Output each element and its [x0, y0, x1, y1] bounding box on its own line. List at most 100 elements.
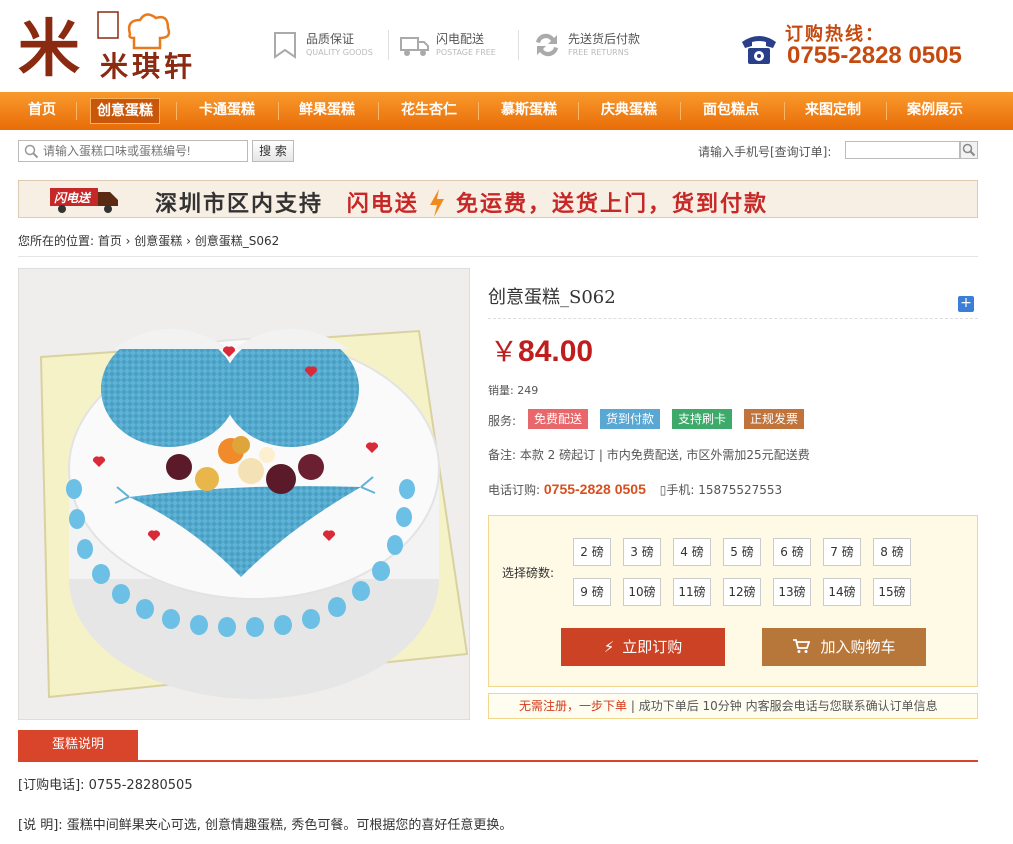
- feature-sub: QUALITY GOODS: [306, 48, 373, 57]
- nav-label: 鲜果蛋糕: [299, 102, 355, 118]
- main-nav: 首页 创意蛋糕 卡通蛋糕 鲜果蛋糕 花生杏仁 慕斯蛋糕 庆典蛋糕 面包糕点 来图…: [0, 92, 1013, 130]
- nav-home[interactable]: 首页: [12, 92, 72, 130]
- bookmark-icon: [274, 32, 296, 59]
- expand-icon[interactable]: +: [958, 296, 974, 312]
- add-cart-label: 加入购物车: [820, 638, 896, 656]
- tab-cake-description[interactable]: 蛋糕说明: [18, 730, 138, 760]
- mobile-label: 手机:: [666, 483, 695, 497]
- nav-label: 来图定制: [805, 102, 861, 118]
- nav-bread-pastry[interactable]: 面包糕点: [690, 92, 772, 130]
- search-button[interactable]: 搜 索: [252, 140, 294, 162]
- nav-custom-order[interactable]: 来图定制: [792, 92, 874, 130]
- feature-payment: 先送货后付款 FREE RETURNS: [532, 28, 662, 64]
- search-input[interactable]: [43, 143, 243, 159]
- banner-text: 深圳市区内支持 闪电送 免运费，送货上门，货到付款: [155, 186, 768, 218]
- divider: [488, 318, 978, 319]
- order-query-label: 请输入手机号[查询订单]:: [698, 145, 832, 159]
- svg-text:米: 米: [18, 12, 80, 85]
- nav-cases[interactable]: 案例展示: [894, 92, 976, 130]
- weight-option[interactable]: 12磅: [723, 578, 761, 606]
- weight-option[interactable]: 14磅: [823, 578, 861, 606]
- product-price: ￥84.00: [490, 330, 593, 370]
- divider: [518, 30, 519, 60]
- cake-illustration: [19, 269, 469, 719]
- desc-phone: [订购电话]: 0755-28280505: [18, 778, 193, 793]
- weight-option[interactable]: 5 磅: [723, 538, 761, 566]
- nav-divider: [784, 102, 785, 120]
- cart-icon: [793, 639, 811, 653]
- nav-fruit-cake[interactable]: 鲜果蛋糕: [286, 92, 368, 130]
- nav-divider: [378, 102, 379, 120]
- nav-label: 面包糕点: [703, 102, 759, 118]
- weight-option[interactable]: 13磅: [773, 578, 811, 606]
- exchange-icon: [536, 33, 558, 57]
- nav-label: 案例展示: [907, 102, 963, 118]
- search-icon: [962, 143, 976, 157]
- tag-free-delivery: 免费配送: [528, 409, 589, 429]
- buy-now-label: 立即订购: [622, 638, 683, 656]
- delivery-truck-badge: 闪电送: [42, 184, 122, 214]
- weight-option[interactable]: 4 磅: [673, 538, 711, 566]
- feature-quality: 品质保证 QUALITY GOODS: [270, 28, 380, 64]
- price-value: 84.00: [518, 335, 594, 368]
- nav-divider: [176, 102, 177, 120]
- product-image[interactable]: [18, 268, 470, 720]
- buy-now-button[interactable]: ⚡ 立即订购: [561, 628, 725, 666]
- nav-label: 慕斯蛋糕: [501, 102, 557, 118]
- search-icon: [24, 144, 39, 159]
- weight-option[interactable]: 3 磅: [623, 538, 661, 566]
- phone-query-input[interactable]: [845, 141, 960, 159]
- order-note: 备注: 本款 2 磅起订 | 市内免费配送, 市区外需加25元配送费: [488, 448, 810, 462]
- weight-option[interactable]: 6 磅: [773, 538, 811, 566]
- nav-label: 庆典蛋糕: [601, 102, 657, 118]
- nav-cartoon-cake[interactable]: 卡通蛋糕: [186, 92, 268, 130]
- weight-option[interactable]: 10磅: [623, 578, 661, 606]
- divider: [18, 760, 978, 762]
- tip-highlight: 无需注册，一步下单: [519, 699, 628, 713]
- product-title: 创意蛋糕_S062: [488, 287, 616, 308]
- truck-icon: 闪电送: [50, 188, 118, 213]
- order-query-button[interactable]: [960, 141, 978, 159]
- weight-option[interactable]: 7 磅: [823, 538, 861, 566]
- badge-text: 闪电送: [54, 191, 92, 205]
- add-to-cart-button[interactable]: 加入购物车: [762, 628, 926, 666]
- divider: [388, 30, 389, 60]
- feature-title: 品质保证: [306, 32, 355, 46]
- nav-celebration-cake[interactable]: 庆典蛋糕: [588, 92, 670, 130]
- banner-part-c: 免运费，送货上门，货到付款: [456, 192, 769, 217]
- feature-sub: FREE RETURNS: [568, 48, 629, 57]
- nav-mousse-cake[interactable]: 慕斯蛋糕: [488, 92, 570, 130]
- weight-option[interactable]: 8 磅: [873, 538, 911, 566]
- logo-text: 米琪轩: [100, 50, 197, 83]
- truck-icon: [400, 37, 429, 56]
- weight-option[interactable]: 2 磅: [573, 538, 611, 566]
- nav-label: 花生杏仁: [401, 102, 457, 118]
- service-label: 服务:: [488, 414, 517, 428]
- divider: [18, 256, 978, 257]
- weight-option[interactable]: 15磅: [873, 578, 911, 606]
- feature-sub: POSTAGE FREE: [436, 48, 496, 57]
- search-box: [18, 140, 248, 162]
- tag-card-payment: 支持刷卡: [672, 409, 733, 429]
- nav-divider: [278, 102, 279, 120]
- nav-divider: [578, 102, 579, 120]
- mobile-number: 15875527553: [698, 483, 783, 497]
- tel-number: 0755-2828 0505: [543, 481, 646, 497]
- nav-peanut-almond[interactable]: 花生杏仁: [388, 92, 470, 130]
- tag-cash-on-delivery: 货到付款: [600, 409, 661, 429]
- phone-order: 电话订购: 0755-2828 0505 ▯手机: 15875527553: [488, 481, 782, 498]
- weight-option[interactable]: 9 磅: [573, 578, 611, 606]
- nav-divider: [886, 102, 887, 120]
- order-tip: 无需注册，一步下单 | 成功下单后 10分钟 内客服会电话与您联系确认订单信息: [488, 693, 978, 719]
- nav-divider: [76, 102, 77, 120]
- telephone-icon: [740, 32, 778, 69]
- weight-option[interactable]: 11磅: [673, 578, 711, 606]
- lightning-icon: [430, 189, 445, 217]
- banner-part-b: 闪电送: [346, 192, 419, 217]
- nav-label: 创意蛋糕: [90, 98, 160, 124]
- breadcrumb[interactable]: 您所在的位置: 首页 › 创意蛋糕 › 创意蛋糕_S062: [18, 232, 279, 249]
- nav-divider: [478, 102, 479, 120]
- nav-creative-cake[interactable]: 创意蛋糕: [84, 92, 166, 130]
- currency-symbol: ￥: [490, 336, 519, 367]
- nav-divider: [680, 102, 681, 120]
